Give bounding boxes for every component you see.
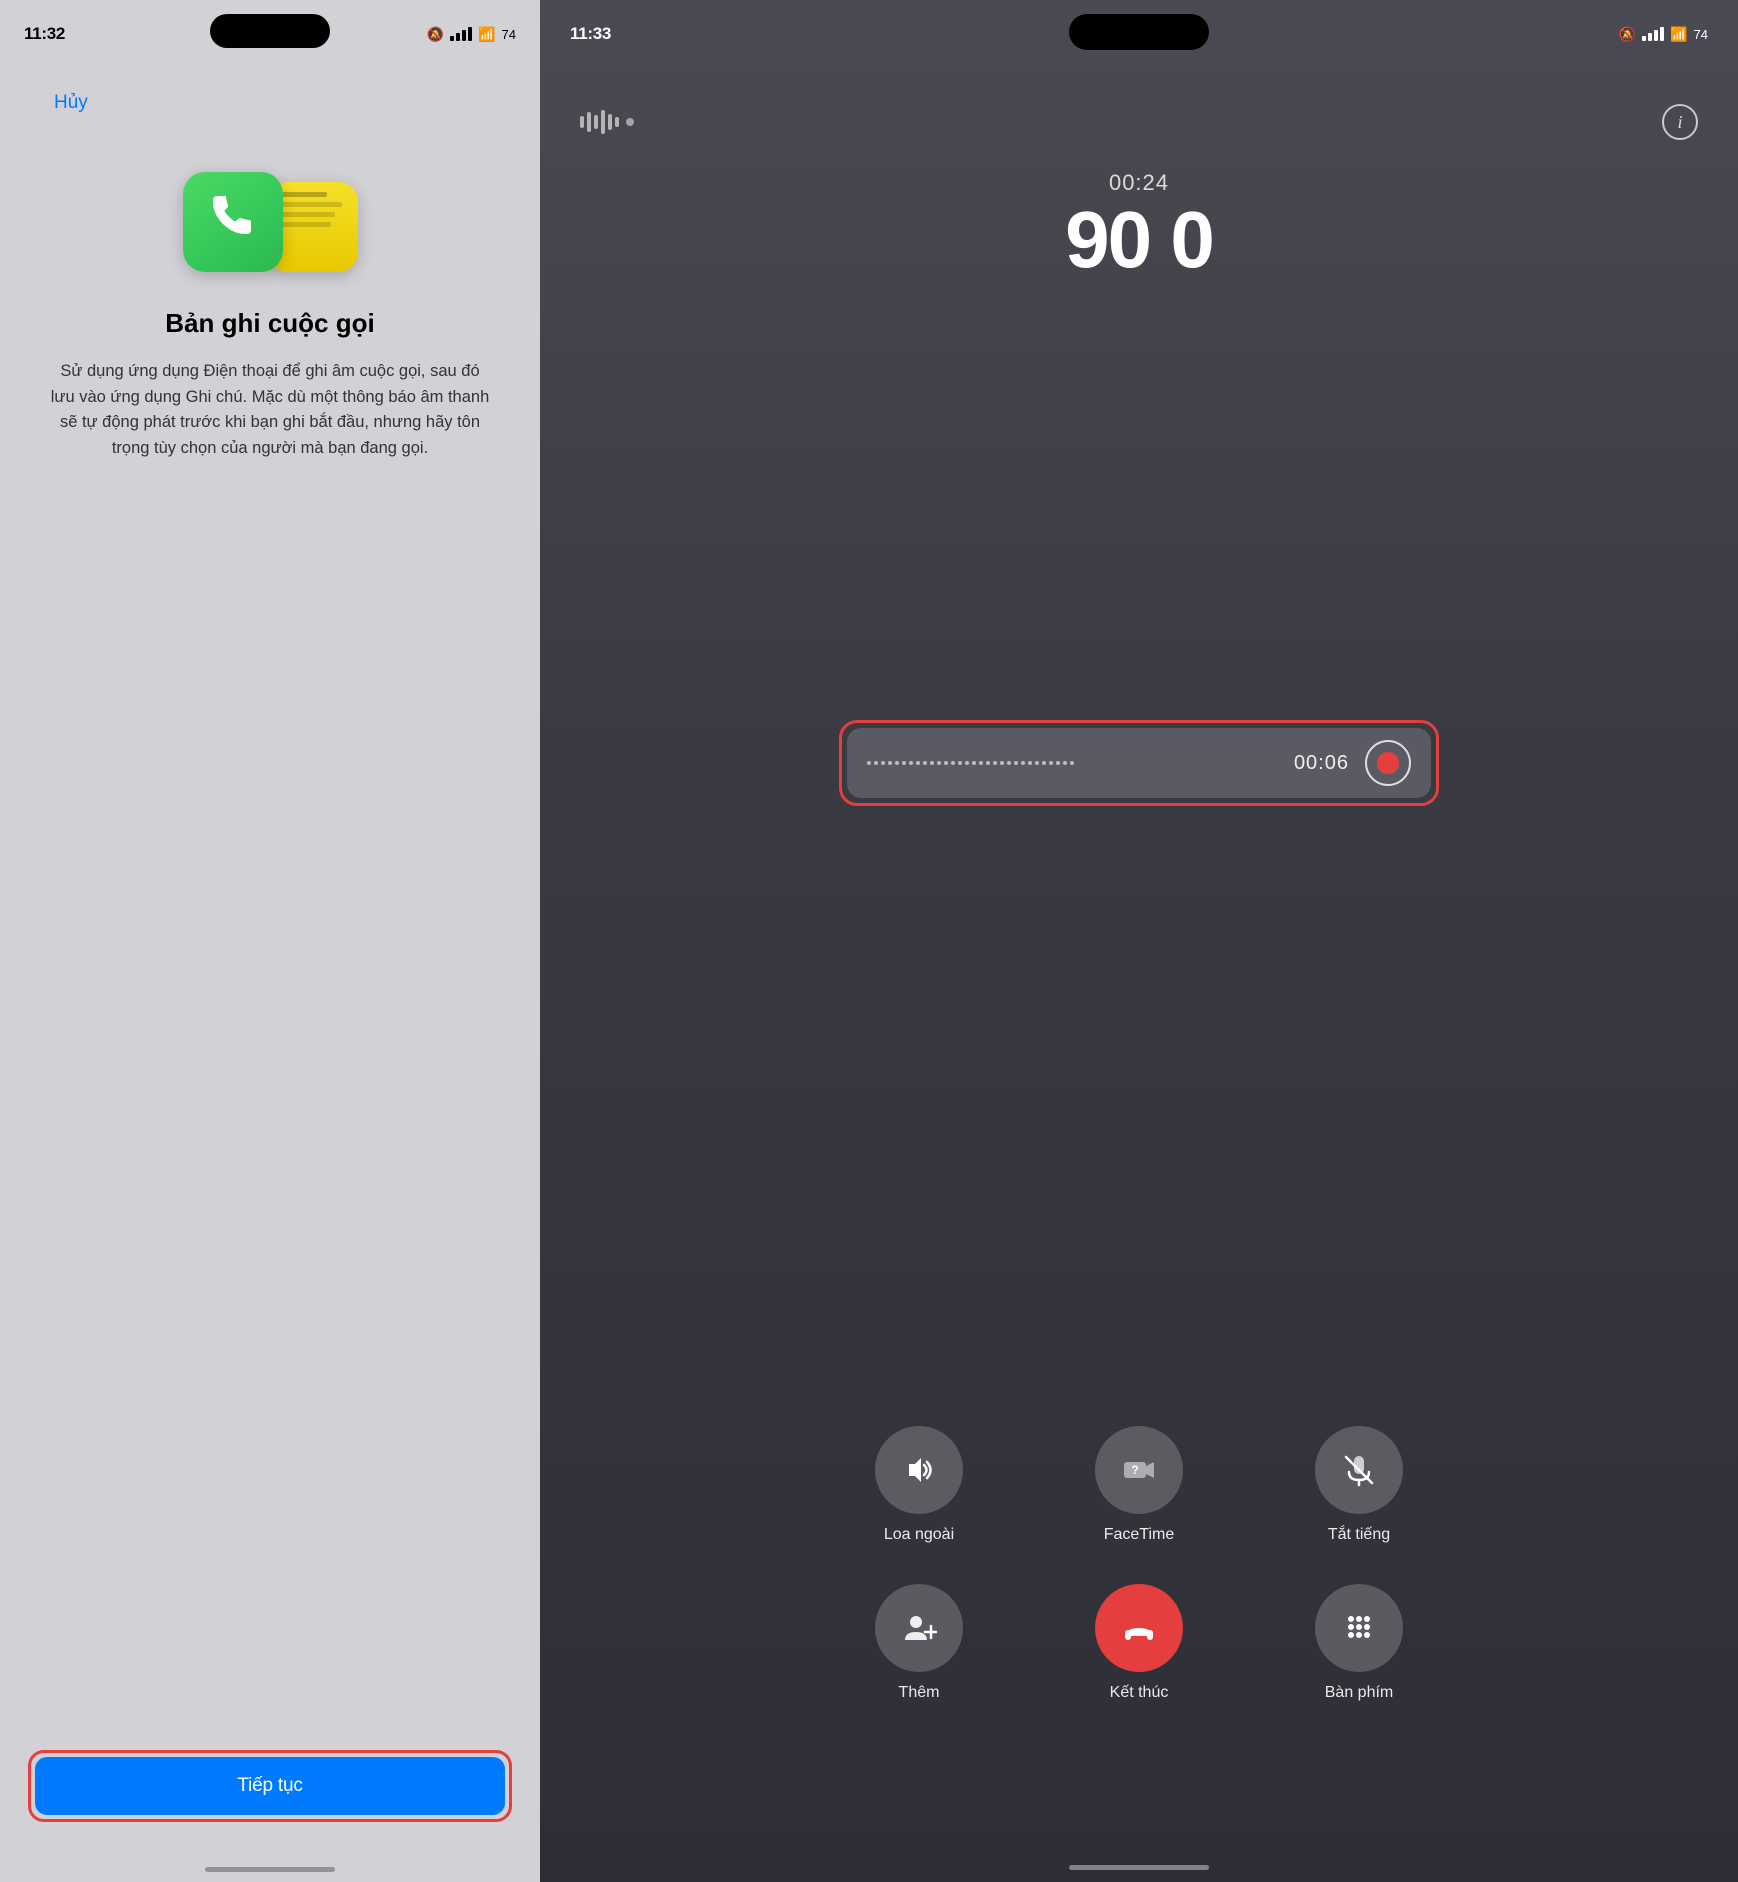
facetime-label: FaceTime bbox=[1104, 1526, 1175, 1544]
notes-line-4 bbox=[276, 222, 332, 227]
end-call-circle bbox=[1095, 1584, 1183, 1672]
call-controls: Loa ngoài ? FaceTime bbox=[839, 1426, 1439, 1702]
signal-bars-right bbox=[1642, 27, 1664, 41]
bell-slash-left: 🔕 bbox=[427, 26, 444, 43]
notes-line-2 bbox=[276, 202, 343, 207]
waveform-bar-3 bbox=[594, 115, 598, 129]
add-person-circle bbox=[875, 1584, 963, 1672]
end-call-icon bbox=[1119, 1608, 1159, 1648]
record-stop-icon bbox=[1377, 752, 1399, 774]
right-panel: 11:33 🔕 📶 74 i bbox=[540, 0, 1738, 1882]
app-icons bbox=[183, 172, 358, 272]
waveform-bar-6 bbox=[615, 117, 619, 127]
sheet-description: Sử dụng ứng dụng Điện thoại để ghi âm cu… bbox=[40, 359, 500, 461]
status-icons-right: 🔕 📶 74 bbox=[1619, 26, 1708, 43]
wifi-left: 📶 bbox=[478, 26, 495, 43]
dynamic-island-left bbox=[210, 14, 330, 48]
battery-right: 74 bbox=[1694, 27, 1708, 42]
recording-bar-wrapper: 00:06 bbox=[839, 720, 1439, 806]
speaker-label: Loa ngoài bbox=[884, 1526, 954, 1544]
cancel-button[interactable]: Hủy bbox=[50, 84, 92, 122]
phone-icon bbox=[203, 192, 263, 252]
sheet-title: Bản ghi cuộc gọi bbox=[165, 308, 374, 339]
phone-app-icon bbox=[183, 172, 283, 272]
svg-text:?: ? bbox=[1131, 1463, 1138, 1477]
signal-bars-left bbox=[450, 27, 472, 41]
waveform-dot bbox=[626, 118, 634, 126]
home-indicator-right bbox=[1069, 1865, 1209, 1870]
sheet-content: Hủy Bản ghi cuộc gọi Sử dụng ứng dụng Đi… bbox=[0, 54, 540, 1882]
mute-label: Tắt tiếng bbox=[1328, 1526, 1390, 1544]
waveform-dots bbox=[867, 761, 1278, 765]
mute-icon bbox=[1341, 1452, 1377, 1488]
keypad-label: Bàn phím bbox=[1325, 1684, 1393, 1702]
wifi-right: 📶 bbox=[1670, 26, 1687, 43]
add-person-button[interactable]: Thêm bbox=[875, 1584, 963, 1702]
mute-circle bbox=[1315, 1426, 1403, 1514]
speaker-circle bbox=[875, 1426, 963, 1514]
waveform-bar-5 bbox=[608, 114, 612, 130]
status-bar-left: 11:32 🔕 📶 74 bbox=[0, 0, 540, 54]
recording-bar: 00:06 bbox=[847, 728, 1431, 798]
waveform-bar-4 bbox=[601, 110, 605, 134]
notes-line-1 bbox=[276, 192, 328, 197]
facetime-button[interactable]: ? FaceTime bbox=[1095, 1426, 1183, 1544]
waveform-icon bbox=[580, 110, 634, 134]
notes-line-3 bbox=[276, 212, 335, 217]
status-time-left: 11:32 bbox=[24, 24, 65, 44]
keypad-icon bbox=[1341, 1610, 1377, 1646]
end-call-button[interactable]: Kết thúc bbox=[1095, 1584, 1183, 1702]
dynamic-island-right bbox=[1069, 14, 1209, 50]
record-stop-button[interactable] bbox=[1365, 740, 1411, 786]
home-indicator-left bbox=[205, 1867, 335, 1872]
call-timer: 00:24 90 0 bbox=[1065, 170, 1213, 280]
waveform-bar-1 bbox=[580, 116, 584, 128]
end-call-label: Kết thúc bbox=[1110, 1684, 1169, 1702]
status-icons-left: 🔕 📶 74 bbox=[427, 26, 516, 43]
speaker-icon bbox=[901, 1452, 937, 1488]
call-duration: 00:24 bbox=[1065, 170, 1213, 196]
call-contact: 90 0 bbox=[1065, 200, 1213, 280]
left-panel: 11:32 🔕 📶 74 Hủy bbox=[0, 0, 540, 1882]
speaker-button[interactable]: Loa ngoài bbox=[875, 1426, 963, 1544]
add-person-label: Thêm bbox=[899, 1684, 940, 1702]
waveform-bar-2 bbox=[587, 112, 591, 132]
keypad-circle bbox=[1315, 1584, 1403, 1672]
battery-left: 74 bbox=[502, 27, 516, 42]
info-button[interactable]: i bbox=[1662, 104, 1698, 140]
continue-btn-outline: Tiếp tục bbox=[28, 1750, 512, 1822]
status-time-right: 11:33 bbox=[570, 24, 611, 44]
recording-time: 00:06 bbox=[1294, 752, 1349, 775]
info-icon: i bbox=[1677, 112, 1682, 133]
continue-btn-wrapper: Tiếp tục bbox=[0, 1750, 540, 1822]
continue-button[interactable]: Tiếp tục bbox=[35, 1757, 505, 1815]
bell-slash-right: 🔕 bbox=[1619, 26, 1636, 43]
facetime-circle: ? bbox=[1095, 1426, 1183, 1514]
mute-button[interactable]: Tắt tiếng bbox=[1315, 1426, 1403, 1544]
call-top-area: i bbox=[540, 84, 1738, 140]
keypad-button[interactable]: Bàn phím bbox=[1315, 1584, 1403, 1702]
add-person-icon bbox=[901, 1610, 937, 1646]
facetime-icon: ? bbox=[1121, 1452, 1157, 1488]
status-bar-right: 11:33 🔕 📶 74 bbox=[540, 0, 1738, 54]
